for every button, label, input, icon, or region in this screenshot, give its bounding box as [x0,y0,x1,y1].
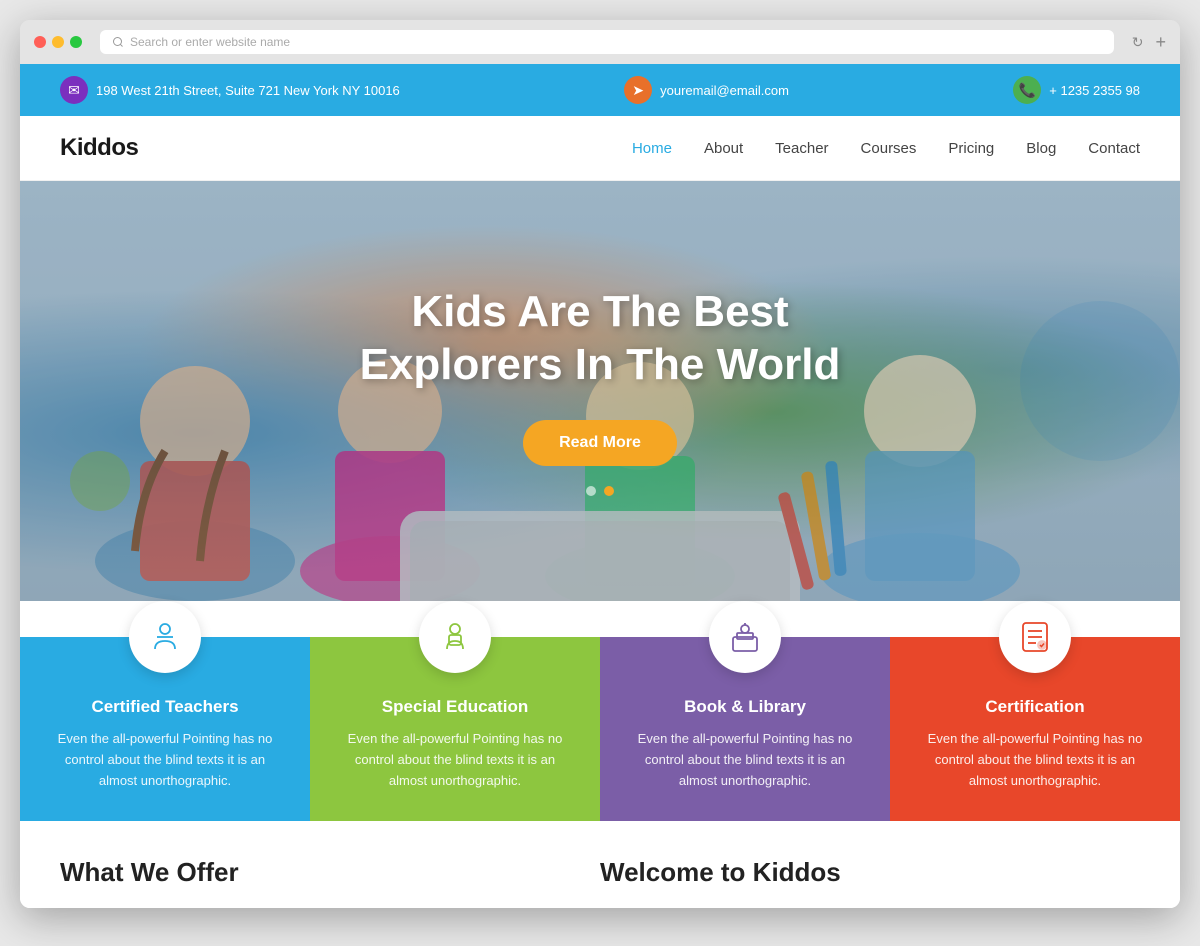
email-item: ➤ youremail@email.com [624,76,789,104]
search-icon [112,36,124,48]
hero-title: Kids Are The Best Explorers In The World [360,286,841,392]
nav-blog[interactable]: Blog [1026,140,1056,157]
feature-text-library: Even the all-powerful Pointing has no co… [624,729,866,791]
top-bar: ✉ 198 West 21th Street, Suite 721 New Yo… [20,64,1180,116]
hero-title-line1: Kids Are The Best [360,286,841,339]
address-icon: ✉ [60,76,88,104]
nav-courses[interactable]: Courses [861,140,917,157]
traffic-lights [34,36,82,48]
feature-card-education: Special Education Even the all-powerful … [310,637,600,821]
browser-window: Search or enter website name ↻ + ✉ 198 W… [20,20,1180,908]
feature-icon-certification [999,601,1071,673]
refresh-button[interactable]: ↻ [1132,34,1144,51]
address-bar[interactable]: Search or enter website name [100,30,1114,54]
education-icon [437,619,473,655]
phone-icon: 📞 [1013,76,1041,104]
close-button[interactable] [34,36,46,48]
read-more-button[interactable]: Read More [523,420,677,466]
features-section: Certified Teachers Even the all-powerful… [20,637,1180,821]
hero-content: Kids Are The Best Explorers In The World… [20,181,1180,601]
feature-card-library: Book & Library Even the all-powerful Poi… [600,637,890,821]
minimize-button[interactable] [52,36,64,48]
dot-2[interactable] [604,486,614,496]
bottom-teaser: What We Offer Welcome to Kiddos [20,821,1180,908]
feature-card-certification: Certification Even the all-powerful Poin… [890,637,1180,821]
bottom-teaser-left: What We Offer [60,857,600,888]
address-text: 198 West 21th Street, Suite 721 New York… [96,83,400,98]
teacher-icon [147,619,183,655]
feature-title-library: Book & Library [624,697,866,717]
nav-about[interactable]: About [704,140,743,157]
nav-home[interactable]: Home [632,140,672,157]
feature-text-certification: Even the all-powerful Pointing has no co… [914,729,1156,791]
certification-icon [1017,619,1053,655]
nav-teacher[interactable]: Teacher [775,140,828,157]
site-logo[interactable]: Kiddos [60,134,138,162]
phone-item: 📞 + 1235 2355 98 [1013,76,1140,104]
hero-title-line2: Explorers In The World [360,339,841,392]
website-content: ✉ 198 West 21th Street, Suite 721 New Yo… [20,64,1180,908]
phone-text: + 1235 2355 98 [1049,83,1140,98]
nav-pricing[interactable]: Pricing [948,140,994,157]
feature-title-education: Special Education [334,697,576,717]
navbar: Kiddos Home About Teacher Courses Pricin… [20,116,1180,181]
feature-icon-teachers [129,601,201,673]
library-icon [727,619,763,655]
feature-text-education: Even the all-powerful Pointing has no co… [334,729,576,791]
feature-card-teachers: Certified Teachers Even the all-powerful… [20,637,310,821]
email-text: youremail@email.com [660,83,789,98]
feature-title-certification: Certification [914,697,1156,717]
bottom-teaser-right: Welcome to Kiddos [600,857,1140,888]
hero-section: Kids Are The Best Explorers In The World… [20,181,1180,601]
feature-title-teachers: Certified Teachers [44,697,286,717]
feature-text-teachers: Even the all-powerful Pointing has no co… [44,729,286,791]
browser-toolbar: Search or enter website name ↻ + [20,20,1180,64]
nav-contact[interactable]: Contact [1088,140,1140,157]
maximize-button[interactable] [70,36,82,48]
feature-icon-education [419,601,491,673]
slider-dots [586,486,614,496]
nav-links: Home About Teacher Courses Pricing Blog … [632,140,1140,157]
feature-icon-library [709,601,781,673]
address-bar-text: Search or enter website name [130,35,290,49]
dot-1[interactable] [586,486,596,496]
address-item: ✉ 198 West 21th Street, Suite 721 New Yo… [60,76,400,104]
email-icon: ➤ [624,76,652,104]
new-tab-button[interactable]: + [1155,32,1166,53]
